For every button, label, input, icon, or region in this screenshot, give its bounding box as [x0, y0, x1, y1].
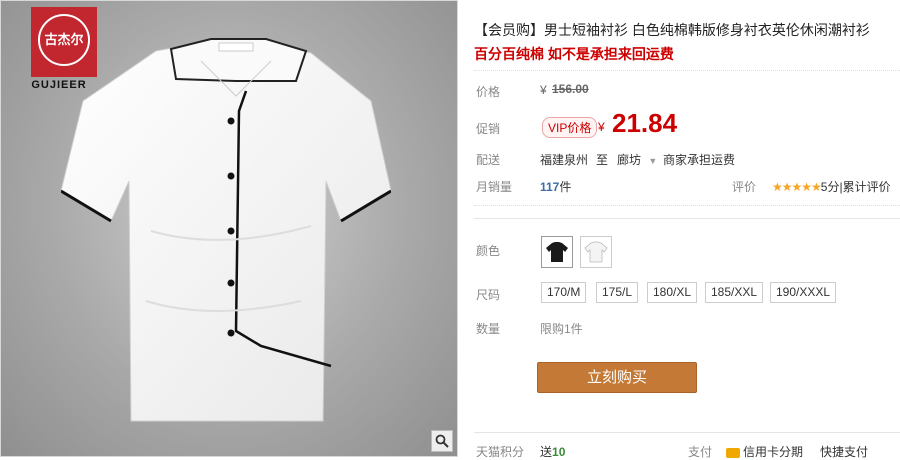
zoom-button[interactable] [431, 430, 453, 452]
product-image-panel[interactable]: 古杰尔 GUJIEER [0, 0, 458, 457]
divider [474, 218, 900, 219]
quick-pay[interactable]: 快捷支付 [820, 443, 868, 460]
color-label: 颜色 [476, 244, 501, 258]
original-price-label: 价格 [476, 85, 501, 99]
rating-score: 5分 [820, 180, 840, 194]
size-option-185xxl[interactable]: 185/XXL [705, 282, 764, 303]
chevron-down-icon: ▼ [648, 156, 658, 166]
promo-price: 21.84 [612, 108, 678, 138]
rating-stars: ★★★★★ [772, 180, 822, 194]
magnifier-icon [435, 434, 449, 448]
white-shirt-icon [584, 241, 608, 263]
original-price: 156.00 [552, 82, 589, 96]
size-label: 尺码 [476, 288, 501, 302]
monthly-sales-label: 月销量 [476, 180, 513, 194]
cumulative-reviews-link[interactable]: 累计评价 [843, 180, 891, 194]
credit-card-icon [726, 447, 740, 458]
color-swatch-white[interactable] [580, 236, 612, 268]
promo-currency: ¥ [598, 120, 605, 134]
monthly-sales-unit: 件 [559, 180, 572, 194]
credit-installment[interactable]: 信用卡分期 [726, 443, 803, 460]
shipping-destination: 廊坊 [617, 153, 642, 167]
shipping-destination-select[interactable]: 廊坊 ▼ [617, 151, 657, 168]
size-option-175l[interactable]: 175/L [596, 282, 639, 303]
payment-label: 支付 [688, 445, 713, 459]
buy-now-button[interactable]: 立刻购买 [537, 362, 697, 393]
quantity-label: 数量 [476, 322, 501, 336]
shirt-image [61, 38, 391, 422]
product-title: 【会员购】男士短袖衬衫 白色纯棉韩版修身衬衣英伦休闲潮衬衫 [474, 22, 870, 38]
size-option-170m[interactable]: 170/M [541, 282, 587, 303]
points-label: 天猫积分 [476, 445, 525, 459]
size-option-180xl[interactable]: 180/XL [647, 282, 698, 303]
promo-price-label: 促销 [476, 122, 501, 136]
color-swatch-black[interactable] [541, 236, 573, 268]
black-shirt-icon [546, 242, 568, 262]
size-option-190xxxl[interactable]: 190/XXXL [770, 282, 837, 303]
quantity-limit: 限购1件 [540, 322, 583, 336]
rating-label: 评价 [732, 180, 757, 194]
original-currency: ¥ [540, 83, 547, 97]
shipping-label: 配送 [476, 153, 501, 167]
shipping-from: 福建泉州 [540, 153, 589, 167]
shipping-fee: 商家承担运费 [663, 153, 736, 167]
monthly-sales-count: 117 [540, 180, 560, 194]
product-subtitle: 百分百纯棉 如不是承担来回运费 [474, 46, 674, 62]
shipping-to-word: 至 [596, 153, 609, 167]
vip-badge: VIP价格 [542, 117, 598, 138]
